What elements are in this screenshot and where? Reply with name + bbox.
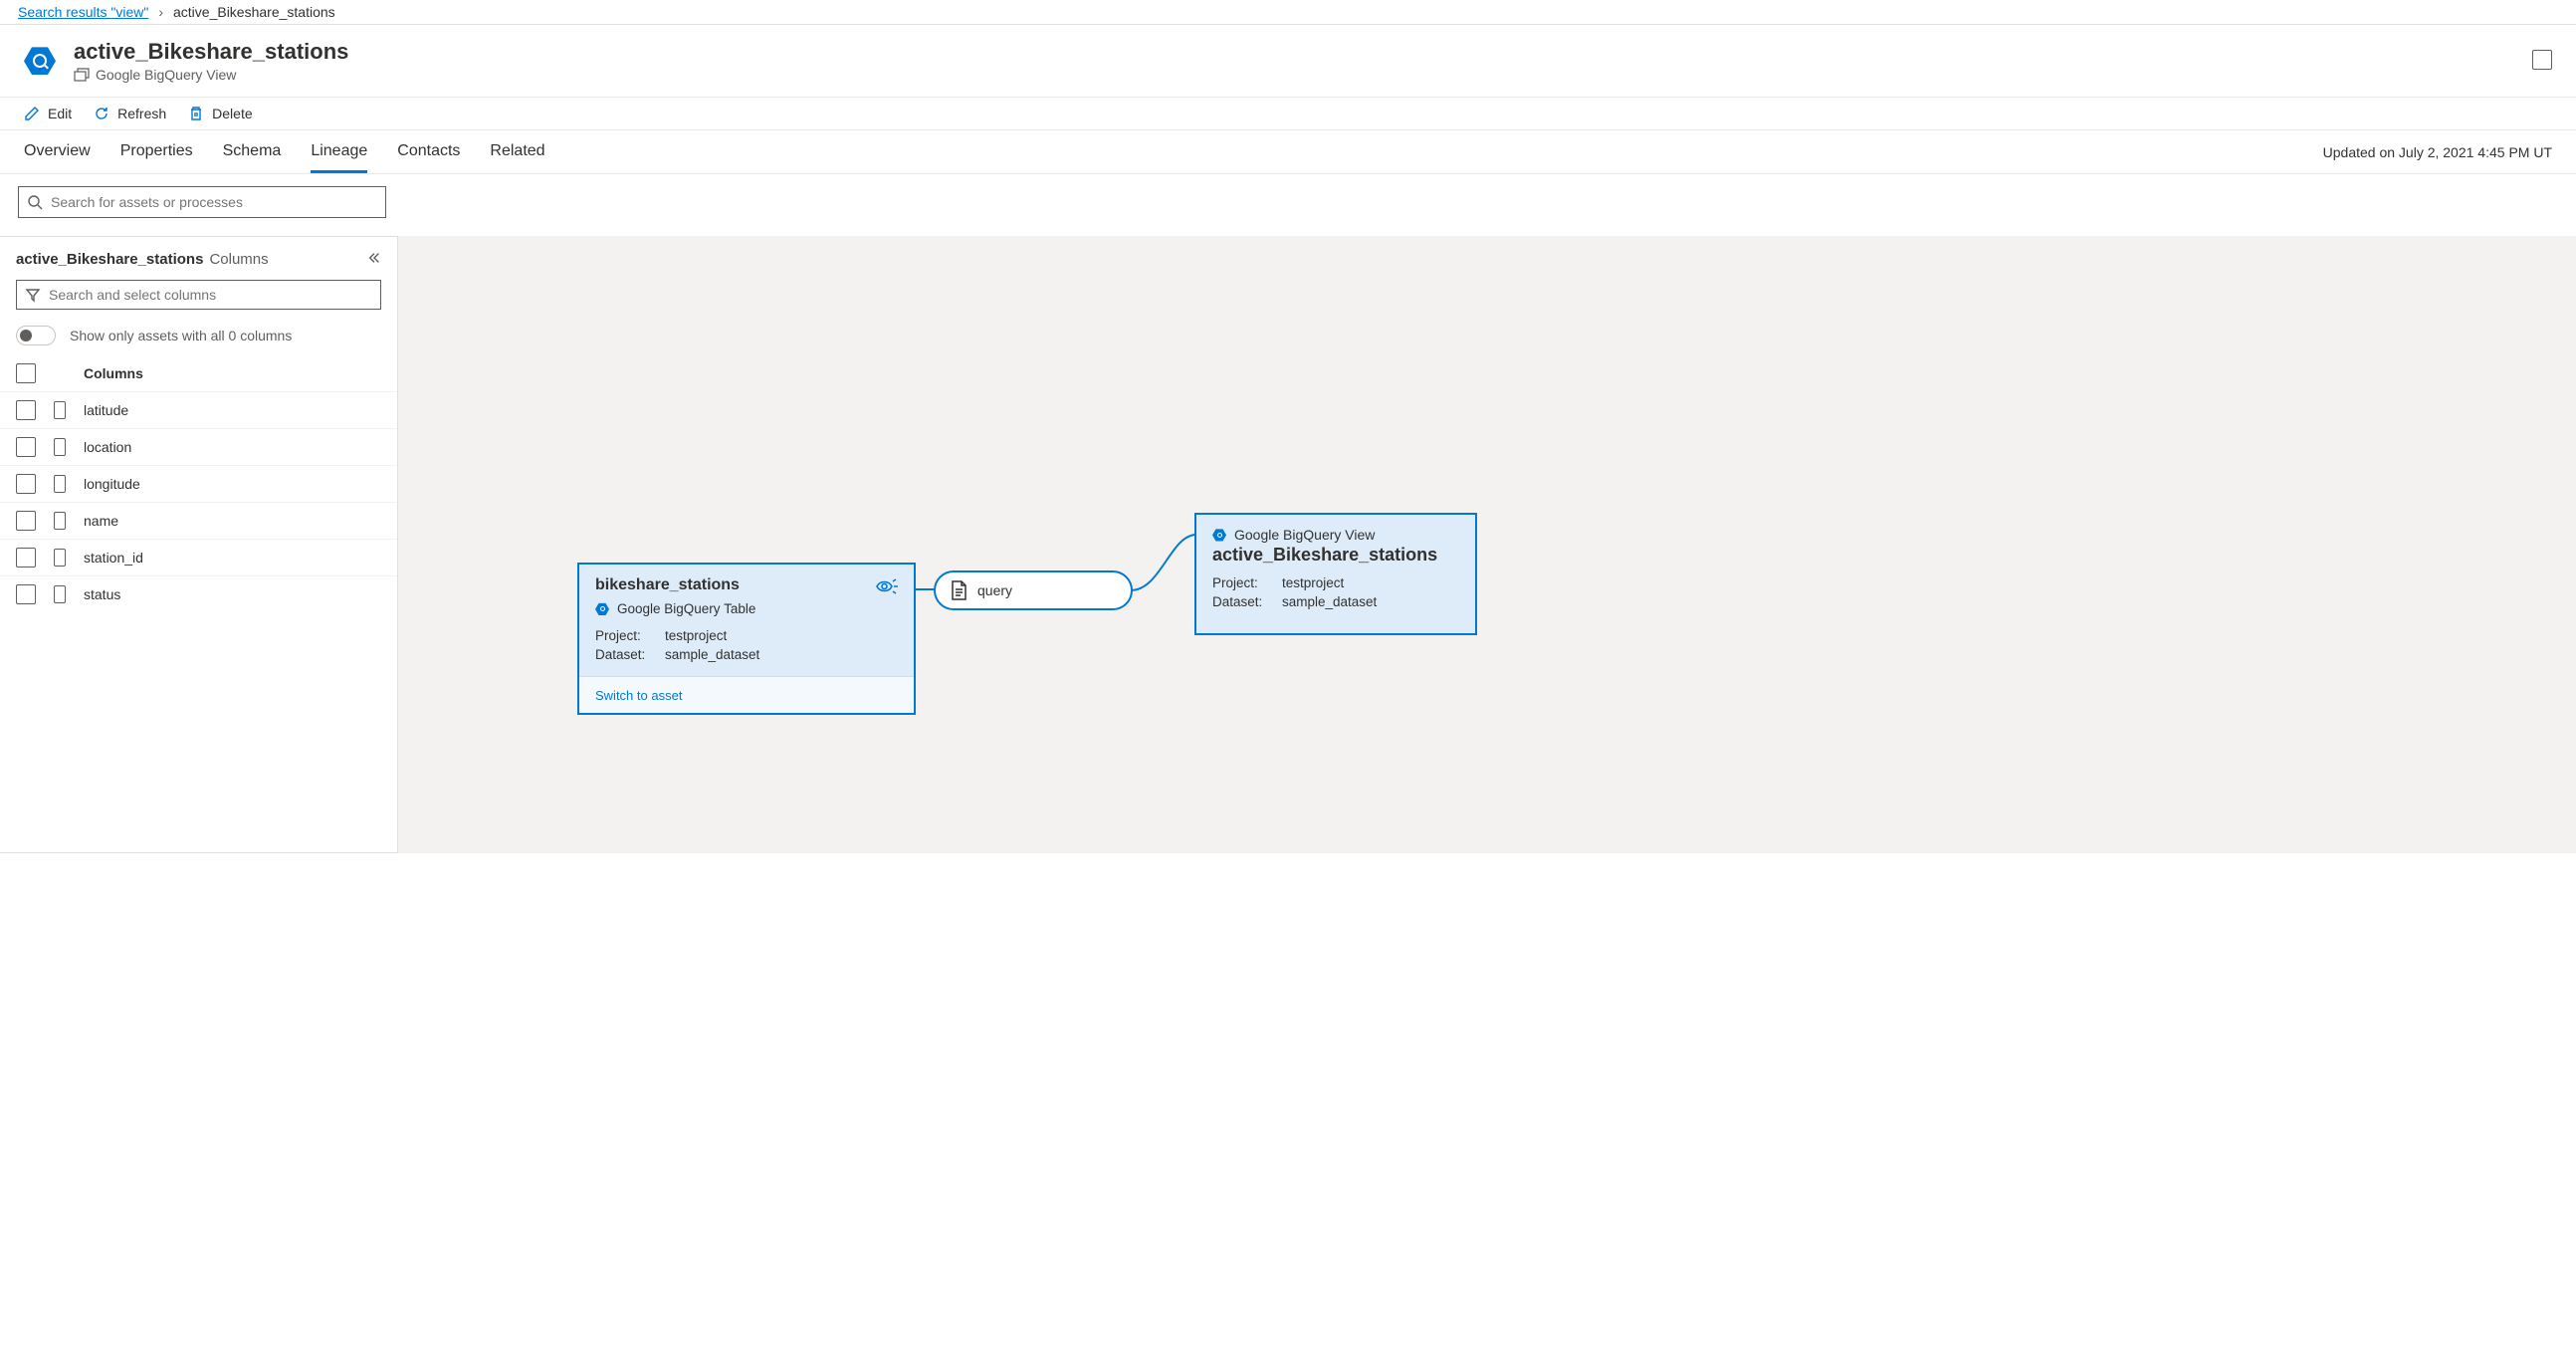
project-key: Project: [595,628,657,643]
dataset-value: sample_dataset [665,647,759,662]
tabs-row: Overview Properties Schema Lineage Conta… [0,130,2576,174]
highlight-icon[interactable] [876,578,898,597]
asset-header: active_Bikeshare_stations Google BigQuer… [0,25,2576,97]
column-name: station_id [84,550,143,566]
breadcrumb: Search results "view" › active_Bikeshare… [0,0,2576,25]
column-checkbox[interactable] [16,584,36,604]
dataset-key: Dataset: [595,647,657,662]
column-name: longitude [84,476,140,492]
pencil-icon [24,106,40,121]
document-icon [950,580,967,600]
column-search[interactable] [16,280,381,310]
process-label: query [977,582,1012,598]
switch-to-asset-link[interactable]: Switch to asset [595,688,682,703]
chevron-double-left-icon [367,251,381,265]
tab-contacts[interactable]: Contacts [397,130,460,173]
show-only-toggle[interactable] [16,326,56,345]
bigquery-icon [595,602,609,616]
column-checkbox[interactable] [16,548,36,568]
command-bar: Edit Refresh Delete [0,97,2576,130]
column-row[interactable]: longitude [0,465,397,502]
column-name: location [84,439,131,455]
filter-icon [25,287,41,303]
target-title: active_Bikeshare_stations [1196,545,1475,571]
column-checkbox[interactable] [16,437,36,457]
column-name: name [84,513,118,529]
tab-properties[interactable]: Properties [120,130,193,173]
asset-type-icon [24,45,56,77]
tab-lineage[interactable]: Lineage [311,130,367,173]
select-all-checkbox[interactable] [16,363,36,383]
asset-search[interactable] [18,186,386,218]
delete-label: Delete [212,106,252,121]
column-name: latitude [84,402,128,418]
header-checkbox[interactable] [2532,50,2552,70]
columns-list: Columns latitude location longitude name [0,355,397,612]
lineage-target-node[interactable]: Google BigQuery View active_Bikeshare_st… [1194,513,1477,635]
asset-search-input[interactable] [51,194,377,210]
source-title: bikeshare_stations [595,576,740,594]
stack-icon [74,67,90,83]
project-value: testproject [1282,575,1344,590]
delete-button[interactable]: Delete [188,106,252,121]
column-row[interactable]: name [0,502,397,539]
refresh-icon [94,106,109,121]
edit-label: Edit [48,106,72,121]
column-icon [54,585,66,603]
column-icon [54,475,66,493]
tab-related[interactable]: Related [490,130,544,173]
columns-header-label: Columns [84,365,143,381]
column-icon [54,401,66,419]
column-icon [54,549,66,567]
column-checkbox[interactable] [16,511,36,531]
refresh-button[interactable]: Refresh [94,106,166,121]
asset-type-label: Google BigQuery View [96,67,236,83]
column-icon [54,438,66,456]
trash-icon [188,106,204,121]
tab-schema[interactable]: Schema [223,130,282,173]
source-type: Google BigQuery Table [617,601,755,616]
column-row[interactable]: location [0,428,397,465]
column-row[interactable]: station_id [0,539,397,575]
column-name: status [84,586,120,602]
collapse-panel-button[interactable] [367,251,381,268]
edit-button[interactable]: Edit [24,106,72,121]
panel-subtitle: Columns [209,251,268,268]
dataset-key: Dataset: [1212,594,1274,609]
target-type: Google BigQuery View [1234,527,1375,543]
columns-panel: active_Bikeshare_stations Columns Show o… [0,236,398,853]
asset-title: active_Bikeshare_stations [74,39,348,65]
column-checkbox[interactable] [16,474,36,494]
lineage-source-node[interactable]: bikeshare_stations Google BigQuery Table… [577,563,916,715]
updated-timestamp: Updated on July 2, 2021 4:45 PM UT [2323,144,2552,160]
search-icon [27,194,43,210]
lineage-canvas[interactable]: bikeshare_stations Google BigQuery Table… [398,236,2576,853]
lineage-process-node[interactable]: query [934,570,1133,610]
column-row[interactable]: latitude [0,391,397,428]
panel-title: active_Bikeshare_stations [16,251,203,268]
dataset-value: sample_dataset [1282,594,1377,609]
column-icon [54,512,66,530]
toggle-label: Show only assets with all 0 columns [70,328,292,343]
project-key: Project: [1212,575,1274,590]
column-search-input[interactable] [49,287,372,303]
refresh-label: Refresh [117,106,166,121]
column-row[interactable]: status [0,575,397,612]
bigquery-icon [1212,528,1226,542]
breadcrumb-separator: › [158,4,163,20]
breadcrumb-current: active_Bikeshare_stations [173,4,335,20]
breadcrumb-link[interactable]: Search results "view" [18,4,148,20]
column-checkbox[interactable] [16,400,36,420]
project-value: testproject [665,628,727,643]
tab-overview[interactable]: Overview [24,130,91,173]
